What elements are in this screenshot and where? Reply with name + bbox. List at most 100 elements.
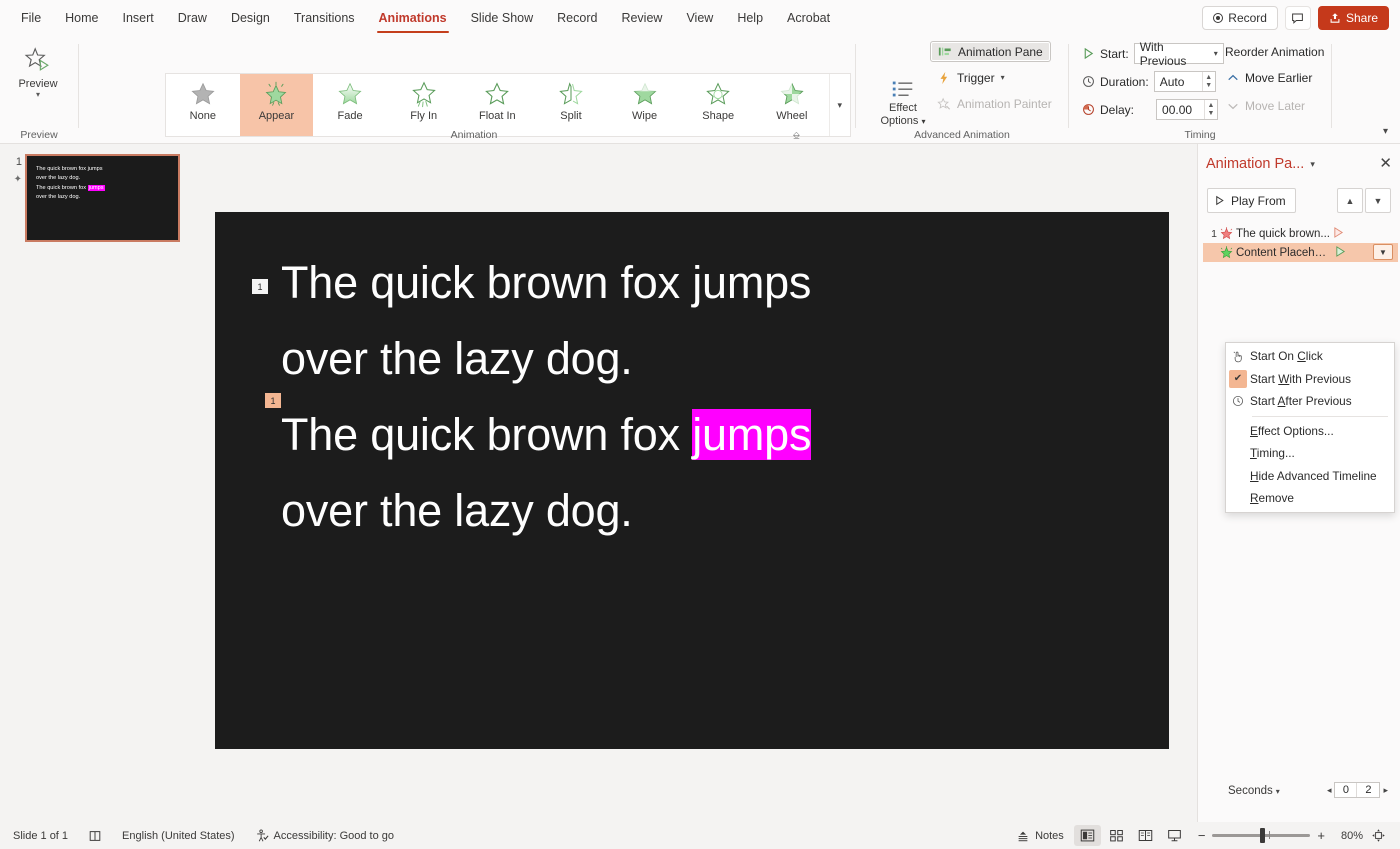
slide-body-text[interactable]: The quick brown fox jumps over the lazy …: [281, 245, 1149, 549]
slide-editing-surface[interactable]: 1 1 The quick brown fox jumps over the l…: [215, 212, 1169, 749]
menu-item-hide-advanced-timeline[interactable]: Hide Advanced Timeline: [1226, 465, 1394, 488]
star-wipe-icon: [630, 79, 660, 109]
right-arrow-icon[interactable]: ▸: [1383, 785, 1388, 796]
zoom-in-button[interactable]: +: [1317, 831, 1325, 841]
menu-item-start-with-previous[interactable]: ✔ Start With Previous: [1226, 368, 1394, 391]
tab-insert[interactable]: Insert: [112, 5, 165, 32]
delay-input[interactable]: 00.00 ▲▼: [1156, 99, 1218, 120]
animation-star-icon[interactable]: ✦: [14, 175, 22, 185]
tab-design[interactable]: Design: [220, 5, 281, 32]
star-appear-icon: [261, 79, 291, 109]
trigger-button[interactable]: Trigger ▾: [930, 67, 1012, 88]
zoom-slider-handle[interactable]: [1260, 828, 1265, 843]
gallery-more-chevron-icon[interactable]: ▾: [829, 74, 850, 136]
tab-animations[interactable]: Animations: [368, 5, 458, 32]
move-up-button[interactable]: ▲: [1337, 188, 1363, 213]
duration-input[interactable]: Auto ▲▼: [1154, 71, 1216, 92]
menu-item-timing[interactable]: Timing...: [1226, 442, 1394, 465]
animation-fade-label: Fade: [338, 110, 363, 122]
animation-split[interactable]: Split: [534, 74, 608, 136]
animation-list-item-1[interactable]: 1 The quick brown...: [1203, 224, 1398, 243]
ribbon-group-timing-label: Timing: [1069, 129, 1331, 141]
checkmark-icon: ✔: [1229, 370, 1247, 388]
tab-file[interactable]: File: [10, 5, 52, 32]
ribbon-group-timing: Start: With Previous ▾ Duration: Auto ▲▼: [1069, 36, 1331, 144]
menu-item-start-after-previous[interactable]: Start After Previous: [1226, 390, 1394, 413]
animation-shape[interactable]: Shape: [681, 74, 755, 136]
view-slide-sorter[interactable]: [1103, 825, 1130, 846]
view-slideshow[interactable]: [1161, 825, 1188, 846]
menu-item-effect-options[interactable]: Effect Options...: [1226, 420, 1394, 443]
move-later-button[interactable]: Move Later: [1221, 97, 1311, 115]
view-normal[interactable]: [1074, 825, 1101, 846]
tab-help[interactable]: Help: [726, 5, 774, 32]
zoom-level[interactable]: 80%: [1333, 830, 1363, 842]
preview-star-play-icon: [23, 46, 53, 76]
chevron-down-icon[interactable]: ▾: [1310, 159, 1315, 170]
animation-wheel[interactable]: Wheel: [755, 74, 829, 136]
chevron-down-icon[interactable]: ▾: [36, 91, 40, 98]
animation-list-item-2[interactable]: Content Placehol... ▼: [1203, 243, 1398, 262]
animation-painter-button[interactable]: Animation Painter: [930, 93, 1059, 114]
accessibility-status[interactable]: Accessibility: Good to go: [247, 826, 402, 846]
start-select[interactable]: With Previous ▾: [1134, 43, 1224, 64]
duration-stepper[interactable]: ▲▼: [1202, 72, 1215, 91]
titlebar-actions: Record Share: [1202, 6, 1400, 30]
chevron-down-icon[interactable]: ▾: [1209, 44, 1223, 63]
play-triangle-icon: [1214, 195, 1225, 206]
delay-stepper[interactable]: ▲▼: [1204, 100, 1217, 119]
tab-acrobat[interactable]: Acrobat: [776, 5, 841, 32]
fit-to-window-button[interactable]: [1365, 825, 1392, 846]
animation-wipe[interactable]: Wipe: [608, 74, 682, 136]
share-button-label: Share: [1346, 11, 1378, 25]
record-button[interactable]: Record: [1202, 6, 1278, 30]
move-down-button[interactable]: ▼: [1365, 188, 1391, 213]
stepper-down-icon: ▼: [1205, 82, 1212, 90]
animation-pane-toggle[interactable]: Animation Pane: [930, 41, 1051, 62]
play-from-button[interactable]: Play From: [1207, 188, 1296, 213]
tab-view[interactable]: View: [675, 5, 724, 32]
duration-label: Duration:: [1100, 75, 1149, 89]
animation-none[interactable]: None: [166, 74, 240, 136]
seconds-dropdown[interactable]: Seconds▾: [1228, 785, 1280, 797]
animation-item-dropdown-button[interactable]: ▼: [1373, 244, 1393, 260]
animation-tag-1[interactable]: 1: [252, 279, 268, 294]
notes-page-icon[interactable]: [80, 826, 110, 846]
left-arrow-icon[interactable]: ◂: [1327, 785, 1332, 796]
slide-thumbnail-1[interactable]: The quick brown fox jumps over the lazy …: [25, 154, 180, 242]
tab-review[interactable]: Review: [610, 5, 673, 32]
clock-delay-icon: [1082, 103, 1095, 116]
view-reading[interactable]: [1132, 825, 1159, 846]
tab-transitions[interactable]: Transitions: [283, 5, 366, 32]
menu-label: Start After Previous: [1250, 394, 1352, 408]
zoom-slider[interactable]: [1212, 834, 1310, 837]
animation-float-in[interactable]: Float In: [461, 74, 535, 136]
tab-record[interactable]: Record: [546, 5, 608, 32]
chevron-down-icon: ▼: [1374, 196, 1383, 206]
language-indicator[interactable]: English (United States): [114, 827, 243, 845]
thumb-line-2: over the lazy dog.: [36, 174, 173, 183]
tab-slide-show[interactable]: Slide Show: [460, 5, 545, 32]
move-earlier-button[interactable]: Move Earlier: [1221, 69, 1318, 87]
ribbon-collapse-chevron-icon[interactable]: ▾: [1383, 126, 1388, 137]
timeline-bar-red-icon[interactable]: [1333, 226, 1344, 242]
preview-button[interactable]: Preview ▾: [12, 42, 64, 98]
animation-fly-in[interactable]: Fly In: [387, 74, 461, 136]
animation-fade[interactable]: Fade: [313, 74, 387, 136]
timeline-bar-green-icon[interactable]: [1335, 245, 1346, 261]
comments-button[interactable]: [1285, 6, 1311, 30]
animation-tag-2[interactable]: 1: [265, 393, 281, 408]
menu-label: Start With Previous: [1250, 372, 1351, 386]
dialog-launcher-icon[interactable]: ⎒: [793, 130, 800, 141]
menu-item-remove[interactable]: Remove: [1226, 487, 1394, 510]
tab-home[interactable]: Home: [54, 5, 109, 32]
tab-draw[interactable]: Draw: [167, 5, 218, 32]
animation-appear[interactable]: Appear: [240, 74, 314, 136]
menu-item-start-on-click[interactable]: Start On Click: [1226, 345, 1394, 368]
menu-label: Start On Click: [1250, 349, 1323, 363]
notes-button[interactable]: Notes: [1008, 826, 1072, 846]
close-icon[interactable]: ✕: [1379, 157, 1392, 171]
zoom-out-button[interactable]: −: [1198, 831, 1206, 841]
share-button[interactable]: Share: [1318, 6, 1389, 30]
menu-label: Remove: [1250, 491, 1294, 505]
